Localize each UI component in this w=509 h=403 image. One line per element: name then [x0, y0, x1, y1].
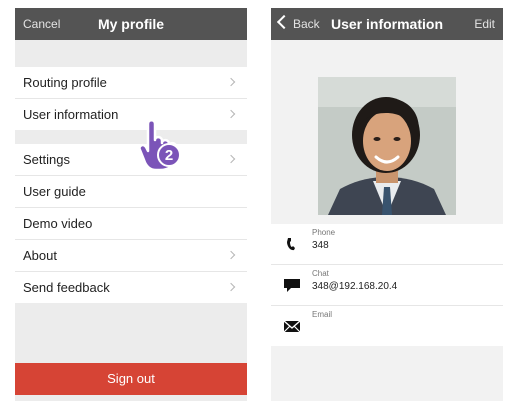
contact-details: Phone 348 Chat 348@192.168.20.4 Email: [271, 224, 503, 346]
email-icon: [283, 320, 301, 333]
menu-item-settings[interactable]: Settings: [15, 144, 247, 176]
field-value: 348: [312, 240, 329, 251]
menu-item-label: User guide: [23, 184, 86, 199]
menu-item-label: Demo video: [23, 216, 93, 231]
chevron-right-icon: [226, 154, 236, 164]
user-avatar-photo: [318, 77, 456, 215]
menu-item-label: About: [23, 248, 57, 263]
tap-hand-icon: 2: [138, 119, 181, 172]
menu-group-general: Settings User guide Demo video About Sen…: [15, 144, 247, 303]
edit-button[interactable]: Edit: [474, 17, 495, 31]
navbar: Back User information Edit: [271, 8, 503, 40]
chevron-right-icon: [226, 250, 236, 260]
field-label: Phone: [312, 228, 336, 237]
navbar: Cancel My profile: [15, 8, 247, 40]
phone-icon: [287, 238, 295, 251]
menu-group-profile: Routing profile User information: [15, 67, 247, 130]
menu-item-user-guide[interactable]: User guide: [15, 176, 247, 208]
chat-icon: [284, 279, 300, 292]
chevron-right-icon: [226, 282, 236, 292]
field-label: Email: [312, 310, 333, 319]
field-label: Chat: [312, 269, 329, 278]
phone-row[interactable]: Phone 348: [271, 224, 503, 265]
user-information-screen: Back User information Edit Phone 348 Cha…: [271, 8, 503, 401]
page-title: My profile: [97, 16, 165, 32]
menu-item-routing-profile[interactable]: Routing profile: [15, 67, 247, 99]
menu-item-about[interactable]: About: [15, 240, 247, 272]
chat-row[interactable]: Chat 348@192.168.20.4: [271, 265, 503, 306]
menu-item-label: Settings: [23, 152, 70, 167]
page-title: User information: [330, 16, 443, 32]
menu-item-demo-video[interactable]: Demo video: [15, 208, 247, 240]
menu-item-send-feedback[interactable]: Send feedback: [15, 272, 247, 303]
menu-item-label: Send feedback: [23, 280, 110, 295]
step-badge: 2: [165, 147, 173, 164]
menu-item-label: Routing profile: [23, 75, 107, 90]
my-profile-screen: Cancel My profile Routing profile User i…: [15, 8, 247, 401]
menu-item-user-information[interactable]: User information: [15, 99, 247, 130]
field-value: 348@192.168.20.4: [312, 281, 398, 292]
chevron-right-icon: [226, 109, 236, 119]
chevron-right-icon: [226, 77, 236, 87]
sign-out-button[interactable]: Sign out: [15, 363, 247, 395]
email-row[interactable]: Email: [271, 306, 503, 346]
menu-item-label: User information: [23, 107, 119, 122]
